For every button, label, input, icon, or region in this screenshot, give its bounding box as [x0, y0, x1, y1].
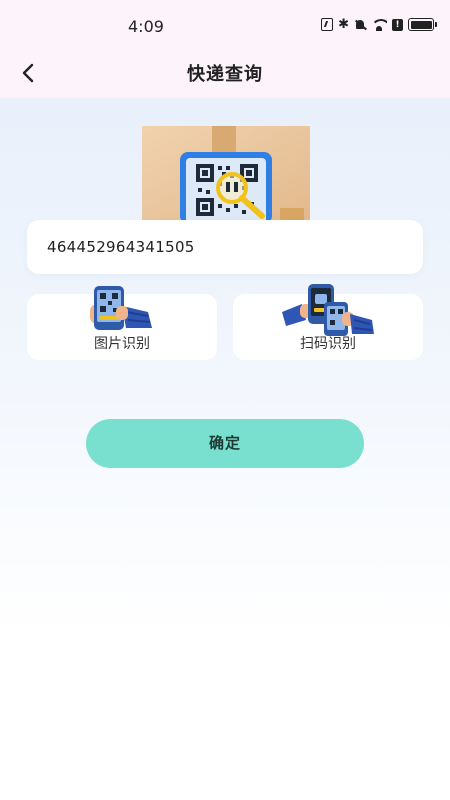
battery-icon: [408, 18, 437, 31]
status-bar: 4:09 ✱ !: [0, 0, 450, 52]
alert-icon: !: [392, 18, 403, 31]
scan-recognition-label: 扫码识别: [300, 336, 356, 352]
scan-recognition-button[interactable]: 扫码识别: [233, 284, 423, 360]
bluetooth-icon: ✱: [338, 17, 349, 32]
status-icons: ✱ !: [321, 17, 437, 32]
status-time: 4:09: [128, 17, 164, 36]
tracking-number-input[interactable]: [47, 220, 407, 274]
wifi-icon: [371, 18, 387, 31]
image-recognition-button[interactable]: 图片识别: [27, 286, 217, 360]
nfc-icon: [321, 18, 334, 31]
phone-qr-hand-icon: [86, 282, 158, 338]
confirm-button[interactable]: 确定: [86, 419, 364, 468]
app-header: 快递查询: [0, 52, 450, 94]
page-title: 快递查询: [187, 64, 263, 85]
mute-bell-icon: [354, 19, 366, 31]
image-recognition-label: 图片识别: [94, 336, 150, 352]
package-qr-illustration: [138, 122, 314, 224]
tracking-number-card: [27, 220, 423, 274]
